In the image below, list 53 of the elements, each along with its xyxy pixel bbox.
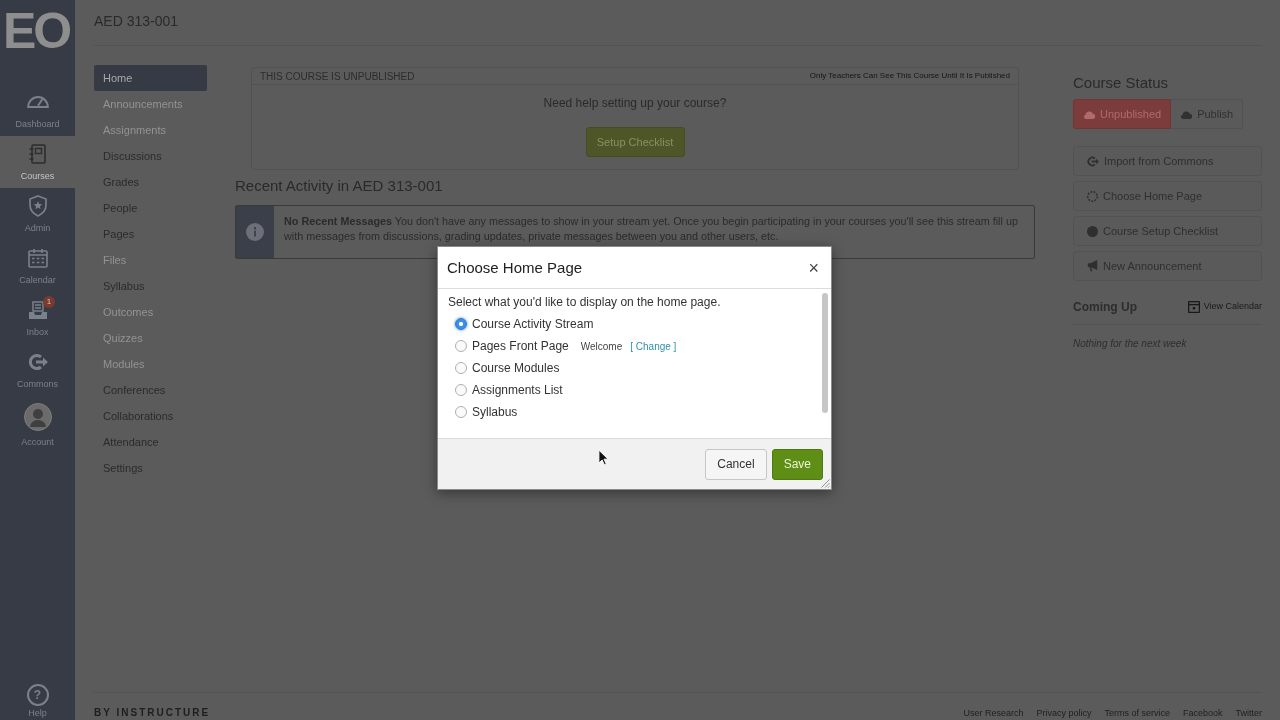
scrollbar[interactable] bbox=[822, 293, 828, 413]
mouse-pointer-icon bbox=[598, 449, 609, 466]
inbox-tray-icon bbox=[27, 300, 48, 320]
global-nav-link[interactable]: Account bbox=[0, 396, 75, 458]
logo-text[interactable]: EO bbox=[2, 2, 73, 60]
radio-option[interactable]: Course Modules bbox=[448, 359, 560, 377]
course-nav-link[interactable]: Assignments bbox=[94, 117, 207, 143]
gauge-icon bbox=[26, 96, 49, 108]
count-badge: 1 bbox=[43, 296, 55, 308]
filled-circle-icon bbox=[1087, 225, 1098, 237]
dialog-title: Choose Home Page bbox=[447, 258, 583, 277]
cloud-icon bbox=[1083, 109, 1095, 119]
global-nav-link[interactable]: Calendar bbox=[0, 240, 75, 292]
megaphone-icon bbox=[1087, 260, 1098, 272]
radio-button[interactable] bbox=[455, 406, 467, 418]
calendar-icon bbox=[1187, 301, 1200, 313]
notebook-icon bbox=[29, 144, 46, 164]
page-name: Welcome bbox=[580, 339, 623, 354]
save-button[interactable]: Save bbox=[771, 448, 823, 480]
radio-button[interactable] bbox=[455, 362, 467, 374]
exit-arrow-icon bbox=[1087, 155, 1099, 167]
course-nav-link[interactable]: Home bbox=[94, 65, 207, 91]
dialog-prompt: Select what you'd like to display on the home page. bbox=[448, 295, 722, 309]
cloud-icon bbox=[1180, 109, 1193, 119]
global-nav-link[interactable]: Dashboard bbox=[0, 84, 75, 136]
avatar-icon bbox=[23, 403, 52, 431]
course-nav-link[interactable]: Modules bbox=[94, 351, 207, 377]
help-icon: ? bbox=[26, 684, 49, 706]
global-nav-link[interactable]: Admin bbox=[0, 188, 75, 240]
radio-button[interactable] bbox=[455, 318, 467, 330]
radio-option[interactable]: Pages Front Page bbox=[448, 337, 569, 355]
view-calendar-link[interactable]: View Calendar bbox=[1187, 300, 1262, 314]
calendar-icon bbox=[27, 248, 48, 268]
footer-brand: BY INSTRUCTURE bbox=[94, 707, 211, 719]
exit-arrow-icon bbox=[27, 353, 48, 371]
global-nav-link[interactable]: Commons bbox=[0, 344, 75, 396]
radio-option[interactable]: Assignments List bbox=[448, 381, 563, 399]
change-link[interactable]: [ Change ] bbox=[630, 338, 677, 354]
dashed-circle-icon bbox=[1087, 190, 1098, 202]
close-button[interactable]: × bbox=[805, 258, 822, 277]
course-nav-link[interactable]: Announcements bbox=[94, 91, 207, 117]
radio-option[interactable]: Course Activity Stream bbox=[448, 315, 594, 333]
radio-button[interactable] bbox=[455, 340, 467, 352]
info-icon bbox=[246, 223, 264, 241]
shield-icon bbox=[28, 195, 47, 217]
radio-button[interactable] bbox=[455, 384, 467, 396]
radio-option[interactable]: Syllabus bbox=[448, 403, 518, 421]
cancel-button[interactable]: Cancel bbox=[705, 448, 767, 480]
setup-checklist-button[interactable]: Setup Checklist bbox=[585, 127, 685, 157]
course-nav-link[interactable]: Files bbox=[94, 247, 207, 273]
help-nav-link[interactable]: ? Help bbox=[0, 676, 75, 720]
global-nav-link[interactable]: Courses bbox=[0, 136, 75, 188]
global-nav-link[interactable]: Inbox 1 bbox=[0, 292, 75, 344]
